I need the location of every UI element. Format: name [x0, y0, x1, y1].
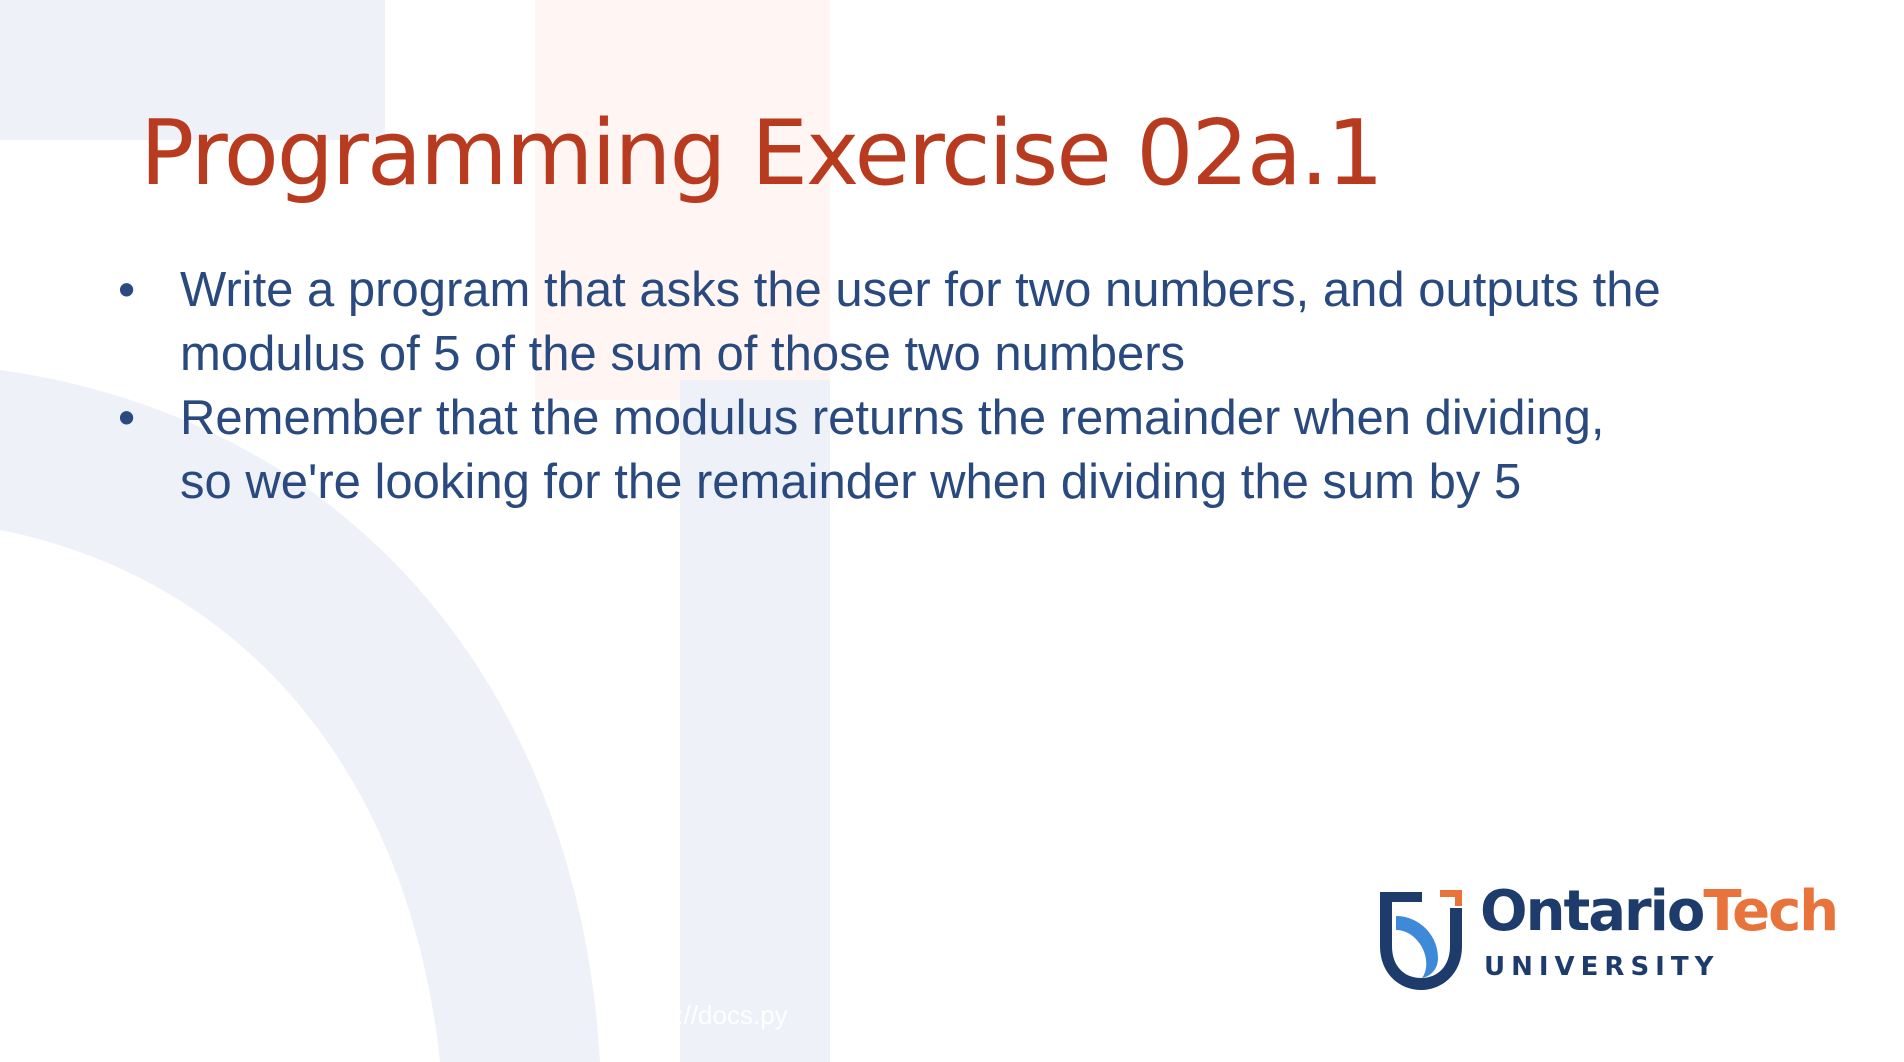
bullet-item: • Write a program that asks the user for…: [112, 258, 1812, 386]
bullet-text-line: Write a program that asks the user for t…: [180, 263, 1661, 317]
bullet-marker: •: [118, 263, 136, 317]
logo-university-label: UNIVERSITY: [1484, 952, 1720, 982]
logo-wordmark: OntarioTech: [1480, 878, 1839, 945]
bullet-marker: •: [118, 391, 136, 445]
logo-word-tech: Tech: [1703, 879, 1839, 944]
logo-word-ontario: Ontario: [1480, 879, 1705, 944]
footer-link[interactable]: https://docs.py: [620, 1000, 788, 1031]
bullet-item: • Remember that the modulus returns the …: [112, 386, 1812, 514]
ontario-tech-logo: OntarioTech UNIVERSITY: [1376, 879, 1846, 998]
bullet-list: • Write a program that asks the user for…: [112, 258, 1812, 514]
bullet-text-line: so we're looking for the remainder when …: [180, 455, 1522, 509]
bullet-text-line: modulus of 5 of the sum of those two num…: [180, 327, 1186, 381]
slide: Programming Exercise 02a.1 • Write a pro…: [0, 0, 1904, 1062]
slide-title: Programming Exercise 02a.1: [140, 101, 1384, 206]
shield-logo-icon: [1380, 890, 1462, 990]
bullet-text-line: Remember that the modulus returns the re…: [180, 391, 1605, 445]
